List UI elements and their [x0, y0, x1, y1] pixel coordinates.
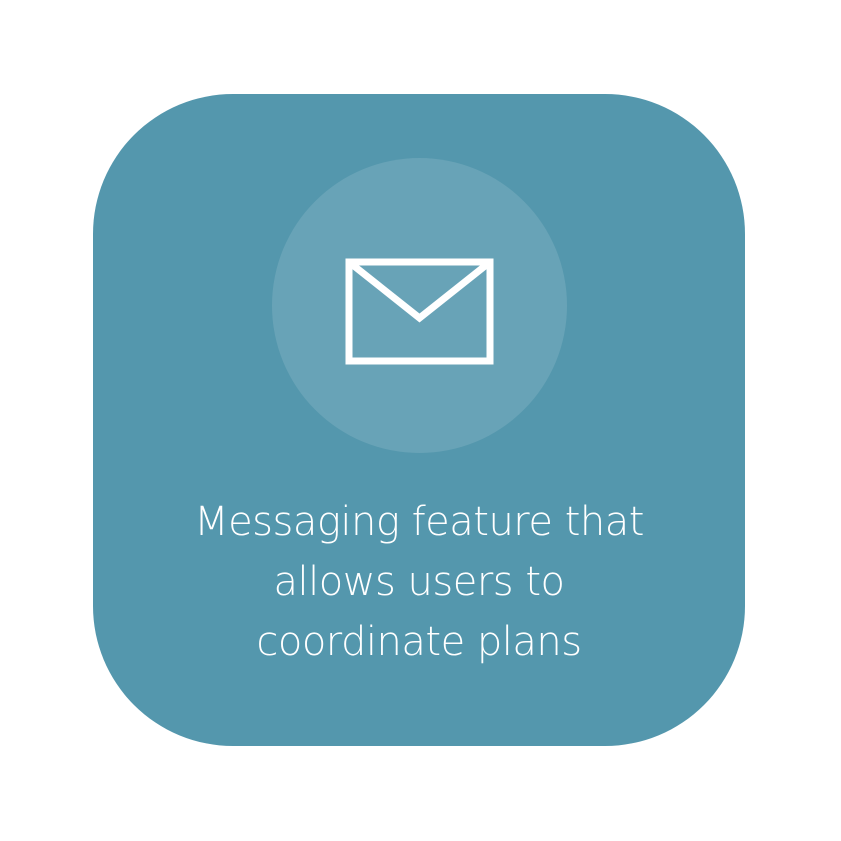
feature-description-line: Messaging feature that — [194, 499, 644, 545]
envelope-icon — [345, 258, 494, 365]
feature-description-line: allows users to — [273, 559, 565, 605]
feature-description-line: coordinate plans — [256, 619, 582, 665]
feature-description: Messaging feature that allows users to c… — [93, 492, 745, 672]
